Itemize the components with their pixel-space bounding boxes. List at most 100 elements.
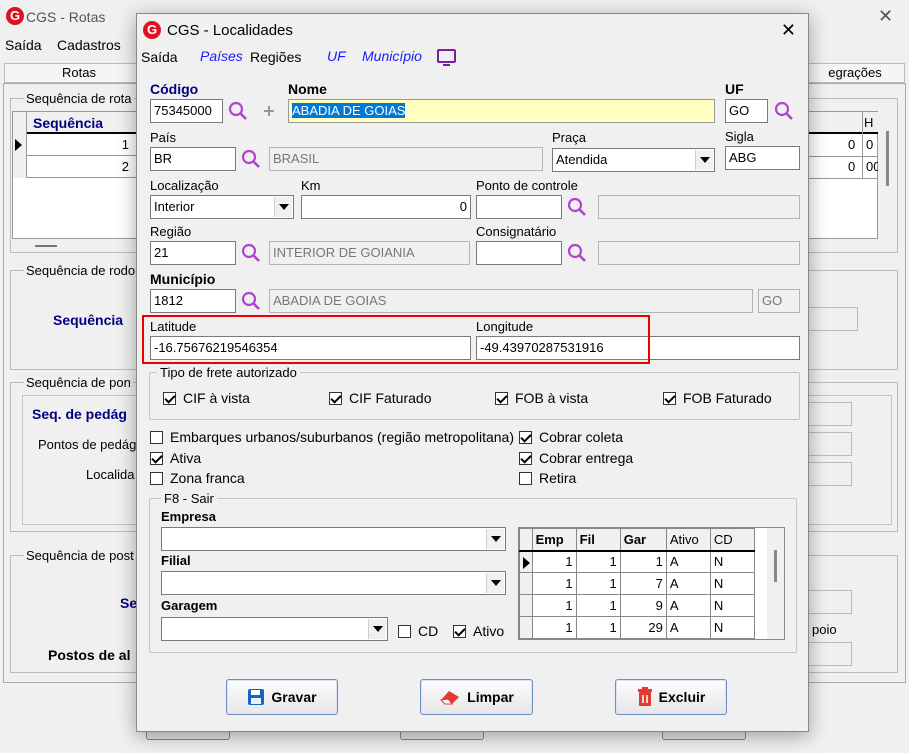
chevron-down-icon[interactable]	[486, 573, 504, 593]
bg-field[interactable]	[808, 402, 852, 426]
bg-field[interactable]	[808, 642, 852, 666]
regiao-code-input[interactable]: 21	[150, 241, 236, 265]
trash-icon	[637, 687, 652, 706]
bg-grid-header: Sequência	[33, 115, 104, 131]
chevron-down-icon[interactable]	[486, 529, 504, 549]
cobrar-coleta-checkbox[interactable]: Cobrar coleta	[519, 429, 623, 445]
fob-faturado-checkbox[interactable]: FOB Faturado	[663, 390, 772, 406]
fob-a-vista-checkbox[interactable]: FOB à vista	[495, 390, 588, 406]
cell-ativo: A	[665, 594, 711, 617]
consignatario-input[interactable]	[476, 241, 562, 265]
search-icon[interactable]	[566, 242, 588, 264]
table-row[interactable]: 1 1 1 A N	[519, 550, 756, 573]
zona-franca-checkbox[interactable]: Zona franca	[150, 470, 245, 486]
embarques-urbanos-checkbox[interactable]: Embarques urbanos/suburbanos (região met…	[150, 429, 514, 445]
ponto-controle-input[interactable]	[476, 195, 562, 219]
row-indicator	[519, 550, 533, 573]
table-row[interactable]: 1 1 29 A N	[519, 616, 756, 639]
cd-checkbox[interactable]: CD	[398, 623, 438, 639]
cell-ativo: A	[665, 550, 711, 573]
bg-tab-integracoes[interactable]: egrações	[805, 63, 905, 83]
bg-menu-saida[interactable]: Saída	[5, 37, 42, 53]
chevron-down-icon[interactable]	[274, 197, 292, 217]
column-header-ativo[interactable]: Ativo	[665, 528, 711, 552]
cell-emp: 1	[531, 572, 577, 595]
scrollbar-thumb[interactable]	[774, 550, 777, 582]
background-close-icon[interactable]: ✕	[878, 6, 893, 27]
ponto-controle-name-field	[598, 195, 800, 219]
bg-tab-rotas[interactable]: Rotas	[4, 63, 154, 83]
row-indicator	[519, 594, 533, 617]
grid-scrollbar[interactable]	[767, 528, 784, 639]
garagem-select[interactable]	[161, 617, 388, 641]
excluir-label: Excluir	[658, 689, 706, 705]
bg-label-localidade: Localida	[86, 467, 135, 482]
bg-grid[interactable]: Sequência 1 2	[12, 111, 138, 247]
menu-saida[interactable]: Saída	[141, 49, 178, 65]
localizacao-select[interactable]: Interior	[150, 195, 294, 219]
search-icon[interactable]	[240, 290, 262, 312]
cell-cd: N	[709, 550, 756, 573]
bg-field[interactable]	[808, 462, 852, 486]
cif-a-vista-checkbox[interactable]: CIF à vista	[163, 390, 250, 406]
chevron-down-icon[interactable]	[695, 150, 713, 170]
ativa-checkbox[interactable]: Ativa	[150, 450, 201, 466]
column-header-emp[interactable]: Emp	[531, 528, 577, 552]
bg-field[interactable]	[808, 432, 852, 456]
bg-scrollbar[interactable]	[880, 111, 896, 239]
bg-grid-row[interactable]: 1	[27, 134, 137, 156]
menu-paises[interactable]: Países	[200, 48, 243, 64]
gravar-button[interactable]: Gravar	[226, 679, 338, 715]
checkbox-checked-icon	[329, 391, 342, 405]
monitor-icon[interactable]	[437, 49, 457, 67]
search-icon[interactable]	[240, 148, 262, 170]
cell-fil: 1	[575, 594, 621, 617]
cell-ativo: A	[665, 572, 711, 595]
garagens-grid[interactable]: Emp Fil Gar Ativo CD 1 1 1 A N 1 1 7 A N	[518, 527, 785, 640]
praca-label: Praça	[552, 130, 586, 145]
sigla-input[interactable]: ABG	[725, 146, 800, 170]
menu-regioes[interactable]: Regiões	[250, 49, 301, 65]
add-icon[interactable]	[263, 105, 275, 117]
chevron-down-icon[interactable]	[368, 619, 386, 639]
uf-input[interactable]: GO	[725, 99, 768, 123]
column-header-gar[interactable]: Gar	[619, 528, 667, 552]
search-icon[interactable]	[240, 242, 262, 264]
search-icon[interactable]	[773, 100, 795, 122]
menu-uf[interactable]: UF	[327, 48, 346, 64]
bg-grid-right[interactable]: H 0 0 0 00	[808, 111, 878, 239]
search-icon[interactable]	[566, 196, 588, 218]
retira-checkbox[interactable]: Retira	[519, 470, 576, 486]
ativo-checkbox[interactable]: Ativo	[453, 623, 504, 639]
menu-municipio[interactable]: Município	[362, 48, 422, 64]
excluir-button[interactable]: Excluir	[615, 679, 727, 715]
empresa-select[interactable]	[161, 527, 506, 551]
filial-select[interactable]	[161, 571, 506, 595]
cell-gar: 9	[619, 594, 667, 617]
column-header-cd[interactable]: CD	[709, 528, 756, 552]
pais-code-input[interactable]: BR	[150, 147, 236, 171]
bg-grid-row[interactable]: 2	[27, 156, 137, 178]
table-row[interactable]: 1 1 7 A N	[519, 572, 756, 595]
municipio-code-input[interactable]: 1812	[150, 289, 236, 313]
bg-label-se: Se	[120, 595, 138, 611]
limpar-button[interactable]: Limpar	[420, 679, 533, 715]
garagem-label: Garagem	[161, 598, 218, 613]
cif-faturado-checkbox[interactable]: CIF Faturado	[329, 390, 431, 406]
km-input[interactable]: 0	[301, 195, 471, 219]
close-icon[interactable]: ✕	[781, 20, 796, 41]
km-label: Km	[301, 178, 321, 193]
checkbox-label: CIF Faturado	[349, 390, 432, 406]
table-row[interactable]: 1 1 9 A N	[519, 594, 756, 617]
nome-input[interactable]: ABADIA DE GOIAS	[288, 99, 715, 123]
checkbox-checked-icon	[495, 391, 508, 405]
cobrar-entrega-checkbox[interactable]: Cobrar entrega	[519, 450, 633, 466]
search-icon[interactable]	[227, 100, 249, 122]
praca-select[interactable]: Atendida	[552, 148, 715, 172]
codigo-input[interactable]: 75345000	[150, 99, 223, 123]
checkbox-unchecked-icon	[519, 471, 532, 485]
bg-field[interactable]	[808, 307, 858, 331]
bg-menu-cadastros[interactable]: Cadastros	[57, 37, 121, 53]
bg-field[interactable]	[808, 590, 852, 614]
column-header-fil[interactable]: Fil	[575, 528, 621, 552]
